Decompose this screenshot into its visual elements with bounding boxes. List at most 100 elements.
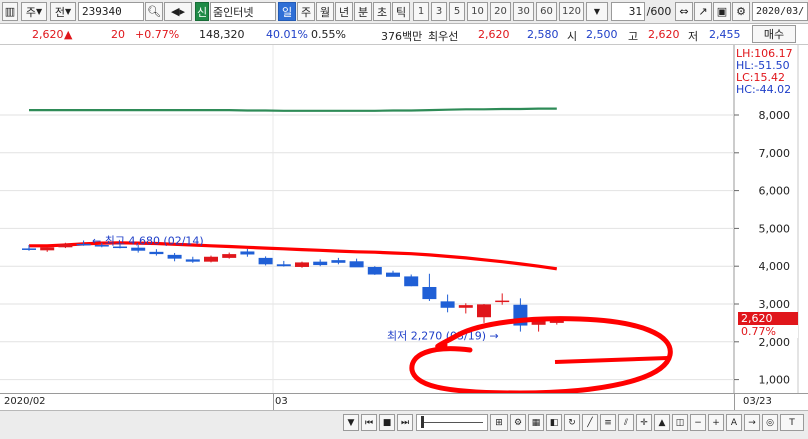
candle-body xyxy=(185,259,200,262)
gear-icon[interactable]: ⚙ xyxy=(732,2,750,21)
y-tick-label: 1,000 xyxy=(759,374,791,387)
zoom-in-icon[interactable]: + xyxy=(708,414,724,431)
trendline-icon[interactable]: ╱ xyxy=(582,414,598,431)
interval-10[interactable]: 10 xyxy=(467,2,488,21)
best-ask: 2,620 xyxy=(478,28,510,41)
y-tick-label: 3,000 xyxy=(759,298,791,311)
stock-name[interactable]: 줌인터넷 xyxy=(210,2,276,21)
candle-body xyxy=(349,261,364,268)
mode-select[interactable]: 주 ▼ xyxy=(21,2,47,21)
stop-icon[interactable]: ■ xyxy=(379,414,395,431)
volume: 148,320 xyxy=(199,28,245,41)
candle-body xyxy=(422,286,437,300)
candle-body xyxy=(367,266,382,275)
save-icon[interactable]: ▣ xyxy=(713,2,731,21)
interval-1[interactable]: 1 xyxy=(413,2,429,21)
fibonacci-icon[interactable]: ≡ xyxy=(600,414,616,431)
interval-120[interactable]: 120 xyxy=(559,2,584,21)
period-day[interactable]: 일 xyxy=(278,2,296,21)
y-tick-label: 6,000 xyxy=(759,185,791,198)
interval-30[interactable]: 30 xyxy=(513,2,534,21)
price-change: 20 xyxy=(111,28,125,41)
interval-3[interactable]: 3 xyxy=(431,2,447,21)
sync-icon[interactable]: ↻ xyxy=(564,414,580,431)
current-price: 2,620 xyxy=(32,28,64,41)
trade-amount: 376백만 xyxy=(381,30,423,43)
buy-button[interactable]: 매수 xyxy=(752,25,796,43)
high-label: 고 xyxy=(628,30,639,43)
triangle-icon[interactable]: ▲ xyxy=(654,414,670,431)
period-second[interactable]: 초 xyxy=(373,2,391,21)
period-tick[interactable]: 틱 xyxy=(392,2,410,21)
low-label: 저 xyxy=(688,30,699,43)
zoom-out-icon[interactable]: − xyxy=(690,414,706,431)
x-tick-label: 03 xyxy=(275,396,288,407)
mode-label: 주 xyxy=(25,5,36,19)
interval-5[interactable]: 5 xyxy=(449,2,465,21)
candle-body xyxy=(40,247,55,251)
quote-bar: 2,620 ▲ 20 +0.77% 148,320 40.01% 0.55% 3… xyxy=(0,24,808,45)
cross-icon[interactable]: ✛ xyxy=(636,414,652,431)
period-week[interactable]: 주 xyxy=(297,2,315,21)
type-label: 전 xyxy=(54,5,65,19)
slider-handle[interactable] xyxy=(421,416,424,428)
view-icon[interactable]: ◧ xyxy=(546,414,562,431)
chart-type-icon[interactable]: ↗ xyxy=(694,2,712,21)
candle-body xyxy=(313,261,328,266)
candle-body xyxy=(404,276,419,287)
candle-body xyxy=(331,260,346,263)
date-input[interactable]: 2020/03/ xyxy=(752,2,808,21)
last-icon[interactable]: ⏭ xyxy=(397,414,413,431)
sound-icon[interactable]: ◀︎▸ xyxy=(164,2,192,21)
x-tick-label: 03/23 xyxy=(743,396,772,407)
period-month[interactable]: 월 xyxy=(316,2,334,21)
y-tick-label: 5,000 xyxy=(759,222,791,235)
period-minute[interactable]: 분 xyxy=(354,2,372,21)
pan-icon[interactable]: ⊞ xyxy=(490,414,508,431)
search-icon[interactable]: 🔍︎ xyxy=(145,2,163,21)
candle-body xyxy=(22,248,36,250)
candle-body xyxy=(258,257,273,265)
candle-body xyxy=(149,251,164,255)
channel-icon[interactable]: ⫽ xyxy=(618,414,634,431)
current-pct-tag: 0.77% xyxy=(738,325,798,338)
open-price: 2,500 xyxy=(586,28,618,41)
stock-code-input[interactable]: 239340 xyxy=(78,2,144,21)
scroll-down-icon[interactable]: ▼ xyxy=(343,414,359,431)
settings-icon[interactable]: ⚙ xyxy=(510,414,526,431)
interval-20[interactable]: 20 xyxy=(490,2,511,21)
candlestick-chart[interactable]: 8,0007,0006,0005,0004,0003,0002,0001,000… xyxy=(0,45,808,396)
x-tick-label: 2020/02 xyxy=(4,396,46,407)
candle-body xyxy=(240,251,255,255)
text-icon[interactable]: A xyxy=(726,414,742,431)
month-divider xyxy=(273,394,274,410)
scroll-slider[interactable] xyxy=(416,414,488,431)
period-year[interactable]: 년 xyxy=(335,2,353,21)
date-axis: 2020/02 03 03/23 xyxy=(0,393,808,410)
chart-area[interactable]: 8,000 7,000 6,000 5,000 4,000 3,000 2,000 1,000… xyxy=(0,45,808,396)
candle-body xyxy=(386,272,400,277)
text-tool-icon[interactable]: T xyxy=(780,414,804,431)
zoom-icon[interactable]: ⇔ xyxy=(675,2,693,21)
interval-dropdown[interactable]: ▼ xyxy=(586,2,608,21)
type-select[interactable]: 전 ▼ xyxy=(50,2,76,21)
eraser-icon[interactable]: ◫ xyxy=(672,414,688,431)
candle-count-input[interactable]: 31 xyxy=(611,2,645,21)
shape-icon[interactable]: ◎ xyxy=(762,414,778,431)
candle-body xyxy=(276,264,291,267)
candle-body xyxy=(458,305,473,308)
panel-icon[interactable]: ▥ xyxy=(2,2,18,21)
up-arrow-icon: ▲ xyxy=(64,28,73,41)
first-icon[interactable]: ⏮ xyxy=(361,414,377,431)
best-bid: 2,580 xyxy=(527,28,559,41)
indicator-hc: HC:-44.02 xyxy=(736,83,792,96)
grid-icon[interactable]: ▦ xyxy=(528,414,544,431)
interval-60[interactable]: 60 xyxy=(536,2,557,21)
candle-body xyxy=(477,304,491,318)
toolbar: ▥ 주 ▼ 전 ▼ 239340 🔍︎ ◀︎▸ 신 줌인터넷 일 주 월 년 분 초… xyxy=(0,0,808,24)
candle-body xyxy=(295,262,309,267)
current-price-tag: 2,620 xyxy=(738,312,798,325)
chevron-down-icon: ▼ xyxy=(593,7,601,16)
line-tool-icon[interactable]: → xyxy=(744,414,760,431)
candle-total: /600 xyxy=(645,2,673,21)
